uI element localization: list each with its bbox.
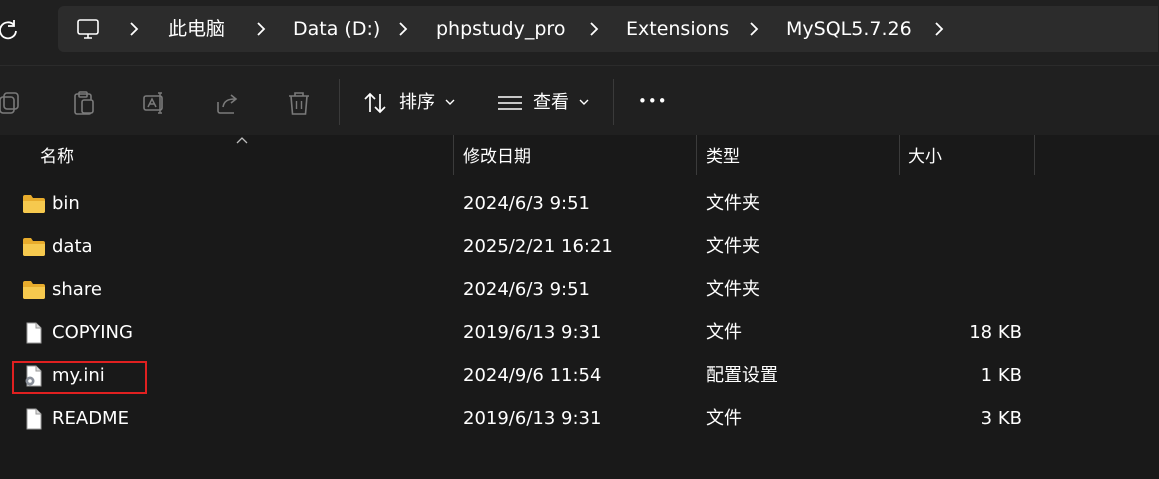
file-date: 2019/6/13 9:31 — [463, 322, 602, 343]
breadcrumb-extensions[interactable]: Extensions — [626, 17, 729, 41]
column-size[interactable]: 大小 — [908, 146, 942, 168]
file-icon — [26, 322, 42, 344]
column-type[interactable]: 类型 — [706, 146, 740, 168]
file-name[interactable]: bin — [52, 192, 80, 216]
view-button[interactable]: 查看 — [533, 91, 569, 115]
file-row-my-ini[interactable]: my.ini 2024/9/6 11:54 配置设置 1 KB — [0, 355, 1159, 397]
toolbar-separator — [339, 79, 340, 125]
file-size: 1 KB — [980, 365, 1022, 386]
this-pc-icon[interactable] — [76, 17, 100, 41]
column-name[interactable]: 名称 — [40, 146, 74, 168]
file-size: 3 KB — [980, 408, 1022, 429]
column-header-row: 名称 修改日期 类型 大小 — [0, 135, 1159, 175]
chevron-right-icon[interactable] — [398, 20, 408, 38]
file-row-share[interactable]: share 2024/6/3 9:51 文件夹 — [0, 269, 1159, 311]
command-bar: 排序 查看 ••• — [0, 65, 1159, 136]
paste-icon[interactable] — [71, 90, 97, 116]
folder-icon — [23, 238, 45, 256]
copy-icon[interactable] — [0, 90, 24, 116]
chevron-right-icon[interactable] — [934, 20, 944, 38]
chevron-down-icon[interactable] — [579, 99, 589, 106]
breadcrumb-data-drive[interactable]: Data (D:) — [293, 17, 380, 41]
file-row-copying[interactable]: COPYING 2019/6/13 9:31 文件 18 KB — [0, 312, 1159, 354]
file-row-bin[interactable]: bin 2024/6/3 9:51 文件夹 — [0, 183, 1159, 225]
chevron-down-icon[interactable] — [445, 99, 455, 106]
delete-icon[interactable] — [286, 90, 312, 116]
file-row-readme[interactable]: README 2019/6/13 9:31 文件 3 KB — [0, 398, 1159, 440]
sort-icon[interactable] — [363, 90, 389, 116]
refresh-icon[interactable] — [0, 18, 20, 42]
column-divider[interactable] — [453, 135, 454, 175]
file-date: 2024/6/3 9:51 — [463, 193, 590, 214]
breadcrumb-phpstudy-pro[interactable]: phpstudy_pro — [436, 17, 565, 41]
folder-icon — [23, 195, 45, 213]
file-type: 文件夹 — [706, 279, 760, 300]
address-bar-row: 此电脑 Data (D:) phpstudy_pro Extensions My… — [0, 0, 1159, 65]
share-icon[interactable] — [215, 90, 241, 116]
file-row-data[interactable]: data 2025/2/21 16:21 文件夹 — [0, 226, 1159, 268]
file-icon — [26, 408, 42, 430]
column-divider[interactable] — [696, 135, 697, 175]
file-name[interactable]: share — [52, 278, 102, 302]
breadcrumb-mysql[interactable]: MySQL5.7.26 — [786, 17, 912, 41]
chevron-right-icon[interactable] — [129, 20, 139, 38]
file-name[interactable]: README — [52, 407, 129, 431]
column-date-modified[interactable]: 修改日期 — [463, 146, 531, 168]
column-divider[interactable] — [1034, 135, 1035, 175]
file-date: 2024/6/3 9:51 — [463, 279, 590, 300]
view-icon[interactable] — [497, 90, 523, 116]
sort-button[interactable]: 排序 — [399, 91, 435, 115]
breadcrumb-this-pc[interactable]: 此电脑 — [168, 17, 225, 41]
chevron-right-icon[interactable] — [589, 20, 599, 38]
rename-icon[interactable] — [142, 90, 168, 116]
file-name[interactable]: data — [52, 235, 93, 259]
file-name[interactable]: COPYING — [52, 321, 133, 345]
folder-icon — [23, 281, 45, 299]
highlight-annotation-box — [12, 361, 147, 394]
file-type: 文件夹 — [706, 236, 760, 257]
more-options-button[interactable]: ••• — [638, 89, 668, 113]
sort-ascending-icon — [236, 137, 248, 144]
file-type: 文件夹 — [706, 193, 760, 214]
chevron-right-icon[interactable] — [256, 20, 266, 38]
chevron-right-icon[interactable] — [749, 20, 759, 38]
file-date: 2019/6/13 9:31 — [463, 408, 602, 429]
toolbar-separator — [613, 79, 614, 125]
file-size: 18 KB — [969, 322, 1022, 343]
column-divider[interactable] — [899, 135, 900, 175]
file-type: 文件 — [706, 322, 742, 343]
file-type: 配置设置 — [706, 365, 778, 386]
file-date: 2024/9/6 11:54 — [463, 365, 602, 386]
file-date: 2025/2/21 16:21 — [463, 236, 613, 257]
file-type: 文件 — [706, 408, 742, 429]
